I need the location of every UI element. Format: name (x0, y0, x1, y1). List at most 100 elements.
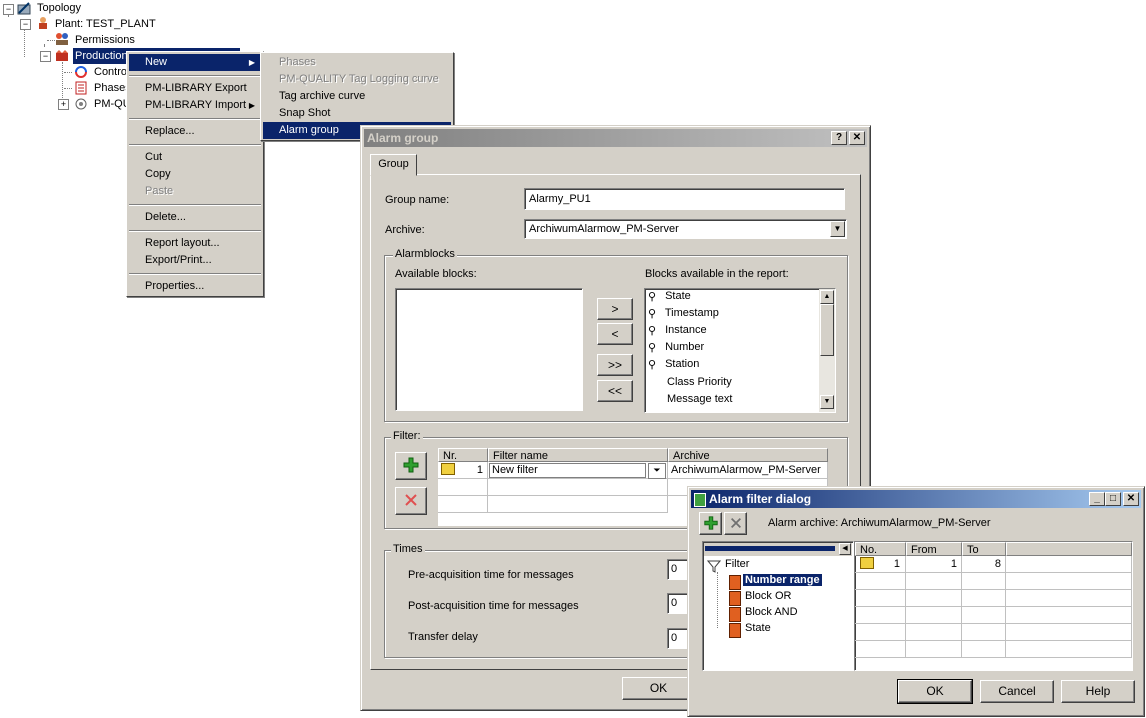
list-item[interactable]: ⚲ State (648, 290, 691, 303)
tab-group[interactable]: Group (370, 154, 417, 176)
table-cell-filter-name[interactable]: New filter ⏷ (488, 462, 668, 479)
permissions-icon (56, 33, 68, 45)
transfer-delay-value: 0 (671, 632, 678, 644)
ok-button[interactable]: OK (897, 679, 973, 704)
tree-item-number-range[interactable]: Number range (742, 573, 823, 587)
close-button[interactable]: ✕ (1123, 492, 1139, 506)
filter-label: Filter: (391, 430, 423, 442)
collapse-icon[interactable]: − (40, 51, 51, 62)
tree-item-topology[interactable]: Topology (37, 0, 81, 16)
horizontal-scrollbar[interactable]: ◀ (704, 543, 852, 556)
filter-tree[interactable]: ◀ Filter Number range Block OR Block AND… (702, 541, 854, 671)
list-item[interactable]: ⚲ Number (648, 341, 704, 354)
list-item[interactable]: ⚲ Instance (648, 324, 707, 337)
list-item[interactable]: Class Priority (667, 376, 732, 388)
move-all-left-button[interactable]: << (597, 380, 633, 402)
menu-item-library-import[interactable]: PM-LIBRARY Import ▶ (129, 97, 261, 114)
delete-icon (405, 494, 417, 506)
vertical-scrollbar[interactable]: ▲ ▼ (819, 289, 835, 412)
alarm-filter-dialog: Alarm filter dialog _ □ ✕ Alarm archive:… (687, 486, 1145, 717)
tree-item-state[interactable]: State (745, 622, 771, 634)
table-cell-from[interactable]: 1 (906, 556, 962, 573)
delete-filter-button[interactable] (395, 487, 427, 515)
menu-item-report-layout[interactable]: Report layout... (129, 235, 261, 252)
ok-button[interactable]: OK (622, 677, 695, 700)
column-header-archive[interactable]: Archive (668, 448, 828, 462)
block-icon (729, 623, 741, 638)
column-header-empty (1006, 542, 1132, 556)
tree-item-plant[interactable]: Plant: TEST_PLANT (55, 16, 156, 32)
delete-button[interactable] (724, 512, 747, 535)
menu-item-copy[interactable]: Copy (129, 166, 261, 183)
help-button[interactable]: Help (1061, 680, 1135, 703)
table-cell-to[interactable]: 8 (962, 556, 1006, 573)
tree-item-control[interactable]: Contro (94, 64, 127, 80)
cell-to: 8 (994, 558, 1001, 570)
table-row-empty (1006, 607, 1132, 624)
filter-name-input[interactable]: New filter (489, 463, 646, 478)
tree-item-filter[interactable]: Filter (725, 558, 749, 570)
list-item[interactable]: ⚲ Timestamp (648, 307, 719, 320)
scroll-thumb[interactable] (705, 546, 835, 551)
menu-item-delete[interactable]: Delete... (129, 209, 261, 226)
dropdown-arrow-icon[interactable]: ▼ (830, 221, 845, 237)
list-item[interactable]: Message text (667, 393, 732, 405)
tree-item-permissions[interactable]: Permissions (75, 32, 135, 48)
add-filter-button[interactable] (395, 452, 427, 480)
submenu-item-snap-shot[interactable]: Snap Shot (263, 105, 451, 122)
table-row-empty (488, 479, 668, 496)
table-row[interactable]: 1 (855, 556, 906, 573)
menu-item-replace[interactable]: Replace... (129, 123, 261, 140)
cell-nr: 1 (476, 464, 483, 476)
group-name-input[interactable]: Alarmy_PU1 (524, 188, 845, 210)
tree-line (64, 72, 72, 73)
tree-label: Block AND (745, 606, 798, 618)
submenu-item-tag-archive-curve[interactable]: Tag archive curve (263, 88, 451, 105)
menu-separator (129, 230, 261, 232)
scroll-thumb[interactable] (820, 304, 834, 356)
collapse-icon[interactable]: − (20, 19, 31, 30)
column-header-filter-name[interactable]: Filter name (488, 448, 668, 462)
table-row-empty (906, 573, 962, 590)
menu-item-new[interactable]: New ▶ (129, 54, 261, 71)
scroll-left-icon[interactable]: ◀ (839, 543, 851, 555)
scroll-down-icon[interactable]: ▼ (820, 395, 834, 409)
move-right-button[interactable]: > (597, 298, 633, 320)
scroll-up-icon[interactable]: ▲ (820, 290, 834, 304)
column-header-no[interactable]: No. (855, 542, 906, 556)
expand-icon[interactable]: + (58, 99, 69, 110)
column-header-to[interactable]: To (962, 542, 1006, 556)
filter-icon (441, 463, 455, 475)
table-row-empty (855, 641, 906, 658)
menu-label: Alarm group (279, 124, 339, 136)
move-all-right-button[interactable]: >> (597, 354, 633, 376)
menu-item-library-export[interactable]: PM-LIBRARY Export (129, 80, 261, 97)
minimize-button[interactable]: _ (1089, 492, 1105, 506)
archive-select[interactable]: ArchiwumAlarmow_PM-Server ▼ (524, 219, 847, 239)
collapse-icon[interactable]: − (3, 4, 14, 15)
cell-archive: ArchiwumAlarmow_PM-Server (671, 464, 821, 476)
tree-item-block-and[interactable]: Block AND (745, 606, 798, 618)
close-button[interactable]: ✕ (849, 131, 865, 145)
table-row[interactable]: 1 (438, 462, 488, 479)
column-header-nr[interactable]: Nr. (438, 448, 488, 462)
funnel-icon[interactable]: ⏷ (648, 463, 666, 479)
column-header-from[interactable]: From (906, 542, 962, 556)
menu-item-properties[interactable]: Properties... (129, 278, 261, 295)
cancel-button[interactable]: Cancel (980, 680, 1054, 703)
list-item[interactable]: ⚲ Station (648, 358, 699, 371)
list-item-label: Timestamp (664, 307, 719, 319)
maximize-button[interactable]: □ (1105, 492, 1121, 506)
available-blocks-list[interactable] (395, 288, 583, 411)
report-blocks-list[interactable]: ⚲ State ⚲ Timestamp ⚲ Instance ⚲ Number … (644, 288, 836, 413)
menu-item-cut[interactable]: Cut (129, 149, 261, 166)
table-row-empty (962, 641, 1006, 658)
move-left-button[interactable]: < (597, 323, 633, 345)
help-button[interactable]: ? (831, 131, 847, 145)
tree-item-block-or[interactable]: Block OR (745, 590, 791, 602)
add-button[interactable] (699, 512, 722, 535)
dialog-titlebar: Alarm group ? ✕ (364, 129, 867, 147)
table-row-empty (906, 641, 962, 658)
available-blocks-label: Available blocks: (395, 268, 477, 280)
menu-item-export-print[interactable]: Export/Print... (129, 252, 261, 269)
